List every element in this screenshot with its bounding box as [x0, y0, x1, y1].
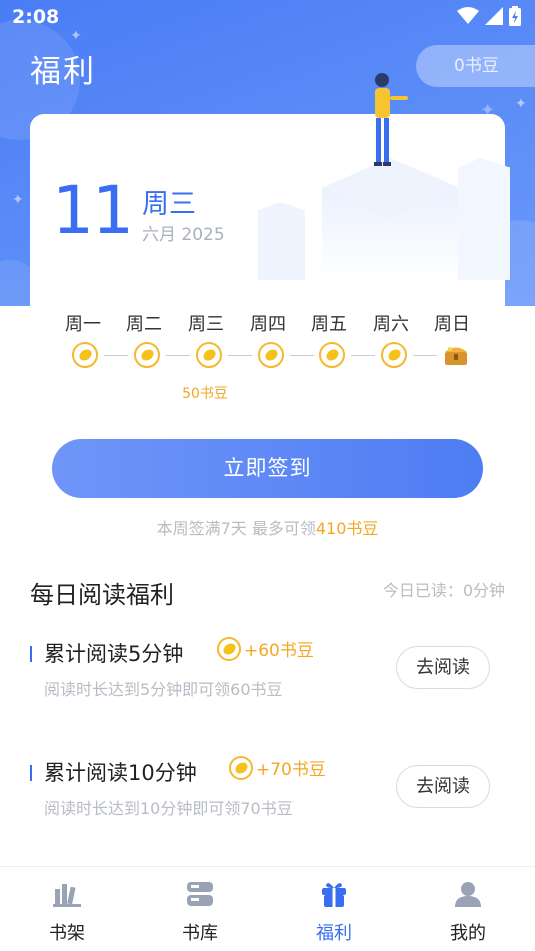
- day-label-thu: 周四: [250, 314, 286, 335]
- tab-bookshelf[interactable]: 书架: [22, 877, 112, 945]
- task-marker: [30, 646, 32, 662]
- today-read-time: 今日已读：0分钟: [382, 581, 505, 600]
- bottom-tab-bar: 书架 书库 福利 我的: [0, 866, 535, 951]
- date-day: 11: [52, 172, 134, 249]
- day-label-tue: 周二: [126, 314, 162, 335]
- treasure-chest-icon: [445, 347, 467, 365]
- tab-label: 我的: [450, 923, 486, 944]
- status-time: 2:08: [12, 6, 60, 28]
- date-weekday: 周三: [142, 189, 196, 220]
- bean-coin-icon: [72, 342, 98, 368]
- day-label-wed: 周三: [188, 314, 224, 335]
- task-marker: [30, 765, 32, 781]
- task-name: 累计阅读5分钟: [44, 642, 184, 666]
- reading-task: 累计阅读5分钟 +60书豆 阅读时长达到5分钟即可领60书豆 去阅读: [0, 634, 535, 744]
- week-hint-text: 本周签满7天 最多可领: [156, 519, 316, 538]
- day-label-sat: 周六: [373, 314, 409, 335]
- bean-coin-icon: [229, 755, 253, 780]
- bean-coin-icon: [319, 342, 345, 368]
- library-icon: [187, 882, 213, 906]
- task-reward-amount: +60书豆: [244, 641, 314, 661]
- profile-icon: [455, 882, 481, 907]
- task-reward-amount: +70书豆: [256, 760, 326, 780]
- go-read-button[interactable]: 去阅读: [396, 646, 490, 689]
- task-description: 阅读时长达到10分钟即可领70书豆: [44, 799, 293, 818]
- tab-library[interactable]: 书库: [155, 877, 245, 945]
- bean-coin-icon: [134, 342, 160, 368]
- bean-coin-icon: [381, 342, 407, 368]
- battery-icon: [509, 6, 521, 26]
- signal-icon: [485, 7, 503, 25]
- sign-in-button[interactable]: 立即签到: [52, 439, 483, 498]
- today-reward-label: 50书豆: [182, 386, 228, 402]
- week-progress: [52, 342, 484, 372]
- task-name: 累计阅读10分钟: [44, 761, 197, 785]
- status-bar: 2:08: [0, 0, 535, 34]
- tab-profile[interactable]: 我的: [423, 877, 513, 945]
- go-read-button[interactable]: 去阅读: [396, 765, 490, 808]
- task-description: 阅读时长达到5分钟即可领60书豆: [44, 680, 283, 699]
- tab-label: 福利: [316, 923, 352, 944]
- status-icons: [457, 6, 521, 26]
- tab-welfare[interactable]: 福利: [289, 877, 379, 945]
- day-label-mon: 周一: [65, 314, 101, 335]
- week-hint-highlight: 410书豆: [315, 519, 379, 538]
- illustration-person-on-block: [258, 73, 510, 280]
- bean-coin-icon: [196, 342, 222, 368]
- day-label-fri: 周五: [311, 314, 347, 335]
- bean-coin-icon: [258, 342, 284, 368]
- daily-reading-title: 每日阅读福利: [30, 581, 174, 609]
- bookshelf-icon: [53, 884, 81, 907]
- gift-icon: [322, 883, 346, 907]
- bean-coin-icon: [217, 636, 241, 661]
- reading-task: 累计阅读10分钟 +70书豆 阅读时长达到10分钟即可领70书豆 去阅读: [0, 753, 535, 863]
- task-reward: +60书豆: [217, 636, 314, 661]
- tab-label: 书库: [182, 923, 218, 944]
- wifi-icon: [457, 7, 479, 24]
- date-month-year: 六月 2025: [142, 225, 225, 245]
- tab-label: 书架: [49, 923, 85, 944]
- page-title: 福利: [30, 54, 96, 90]
- task-reward: +70书豆: [229, 755, 326, 780]
- day-label-sun: 周日: [434, 314, 470, 335]
- week-hint: 本周签满7天 最多可领410书豆: [0, 515, 535, 539]
